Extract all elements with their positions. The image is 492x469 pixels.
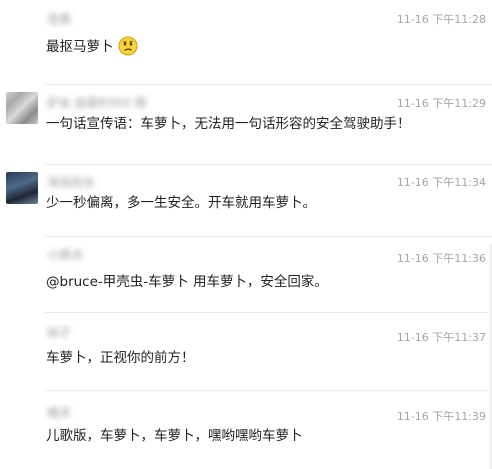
comment-time: 11-16 下午11:34 xyxy=(396,176,486,189)
comment-text: 儿歌版，车萝卜，车萝卜，嘿哟嘿哟车萝卜 xyxy=(46,428,303,444)
divider xyxy=(44,312,492,313)
divider xyxy=(44,390,492,391)
comment-text: @bruce-甲壳虫-车萝卜 用车萝卜，安全回家。 xyxy=(46,274,328,290)
comment-item: 小雨点 11-16 下午11:36 @bruce-甲壳虫-车萝卜 用车萝卜，安全… xyxy=(0,236,492,306)
comment-text-content: 最抠马萝卜 xyxy=(46,39,114,55)
divider xyxy=(44,236,492,237)
comment-time: 11-16 下午11:39 xyxy=(396,410,486,423)
comment-time: 11-16 下午11:28 xyxy=(396,13,486,26)
comment-item: 佳宸 11-16 下午11:28 最抠马萝卜 xyxy=(0,0,492,64)
avatar[interactable] xyxy=(6,172,38,204)
comment-item: 驴友·启宸R30X·用 11-16 下午11:29 一句话宣传语：车萝卜，无法用… xyxy=(0,84,492,154)
divider xyxy=(44,164,492,165)
comment-item: 寻找阿东 11-16 下午11:34 少一秒偏离，多一生安全。开车就用车萝卜。 xyxy=(0,164,492,234)
comment-item: 晴天 11-16 下午11:39 儿歌版，车萝卜，车萝卜，嘿哟嘿哟车萝卜 xyxy=(0,390,492,469)
confused-face-icon xyxy=(118,36,137,56)
comment-feed: 佳宸 11-16 下午11:28 最抠马萝卜 驴友·启宸R30X·用 11-16… xyxy=(0,0,492,469)
avatar[interactable] xyxy=(6,320,38,352)
commenter-name[interactable]: 小雨点 xyxy=(47,248,83,262)
comment-text: 最抠马萝卜 xyxy=(46,36,138,56)
comment-item: 林子 11-16 下午11:37 车萝卜，正视你的前方！ xyxy=(0,312,492,382)
commenter-name[interactable]: 寻找阿东 xyxy=(47,176,95,190)
commenter-name[interactable]: 晴天 xyxy=(47,406,71,420)
avatar[interactable] xyxy=(6,92,38,124)
avatar[interactable] xyxy=(6,244,38,276)
divider xyxy=(44,84,492,85)
commenter-name[interactable]: 佳宸 xyxy=(47,12,71,26)
comment-time: 11-16 下午11:36 xyxy=(396,252,486,265)
comment-time: 11-16 下午11:29 xyxy=(396,97,486,110)
comment-text: 车萝卜，正视你的前方！ xyxy=(46,350,195,366)
comment-time: 11-16 下午11:37 xyxy=(396,331,486,344)
comment-text: 少一秒偏离，多一生安全。开车就用车萝卜。 xyxy=(46,195,316,211)
avatar[interactable] xyxy=(6,8,38,40)
commenter-name[interactable]: 林子 xyxy=(47,326,71,340)
scrollbar[interactable] xyxy=(488,244,492,469)
commenter-name[interactable]: 驴友·启宸R30X·用 xyxy=(47,96,146,110)
avatar[interactable] xyxy=(6,398,38,430)
comment-text: 一句话宣传语：车萝卜，无法用一句话形容的安全驾驶助手！ xyxy=(46,116,411,132)
